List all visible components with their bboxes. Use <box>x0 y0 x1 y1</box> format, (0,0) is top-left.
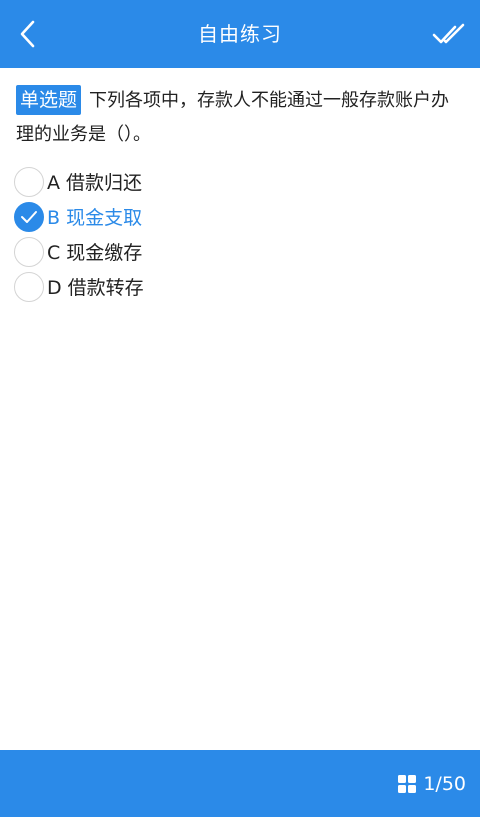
option-d[interactable]: D 借款转存 <box>14 269 454 304</box>
question-type-badge: 单选题 <box>16 85 82 115</box>
option-c[interactable]: C 现金缴存 <box>14 234 454 269</box>
options-list: A 借款归还 B 现金支取 C 现金缴存 D 借款转存 <box>14 164 454 304</box>
option-label: B 现金支取 <box>47 207 143 229</box>
question-stem: 单选题 下列各项中，存款人不能通过一般存款账户办理的业务是（）。 <box>16 84 466 152</box>
check-icon <box>21 210 37 223</box>
radio-unchecked-icon <box>14 166 44 197</box>
page-title: 自由练习 <box>198 22 282 46</box>
bottom-bar: 1/50 <box>0 750 480 817</box>
radio-unchecked-icon <box>14 271 44 302</box>
double-check-icon <box>432 23 465 44</box>
option-b[interactable]: B 现金支取 <box>14 199 454 234</box>
progress-counter: 1/50 <box>423 772 466 795</box>
option-label: A 借款归还 <box>47 172 143 194</box>
grid-icon <box>398 774 417 793</box>
option-label: C 现金缴存 <box>47 242 143 264</box>
radio-unchecked-icon <box>14 236 44 267</box>
radio-checked-icon <box>14 201 44 232</box>
submit-answers-button[interactable] <box>430 14 470 54</box>
option-label: D 借款转存 <box>47 277 144 299</box>
option-a[interactable]: A 借款归还 <box>14 164 454 199</box>
top-bar: 自由练习 <box>0 0 480 68</box>
question-navigator-button[interactable]: 1/50 <box>397 750 466 817</box>
